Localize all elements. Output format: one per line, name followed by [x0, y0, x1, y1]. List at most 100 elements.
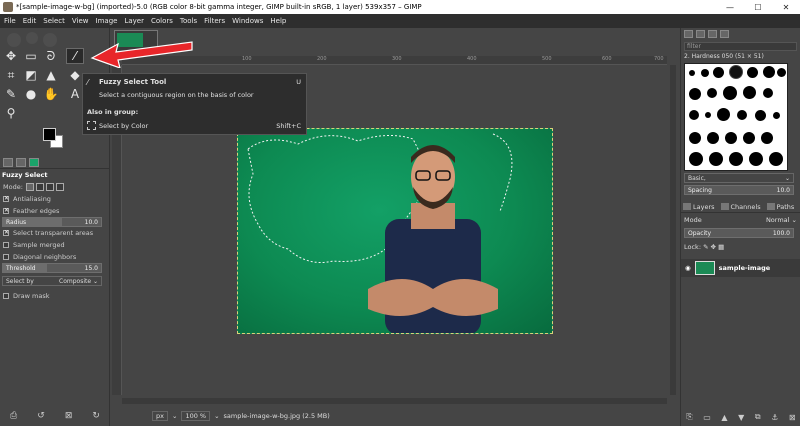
sample-merged-option[interactable]: Sample merged	[0, 239, 110, 251]
feather-edges-option[interactable]: ✕ Feather edges	[0, 205, 110, 217]
menu-tools[interactable]: Tools	[180, 17, 197, 25]
warp-tool-icon[interactable]: ▲	[42, 67, 60, 83]
radius-value: 10.0	[84, 218, 98, 226]
feather-edges-checkbox[interactable]: ✕	[3, 208, 9, 214]
fuzzy-select-tool-icon[interactable]: ⁄	[66, 48, 84, 64]
sample-merged-label: Sample merged	[13, 241, 65, 249]
select-transparent-option[interactable]: ✕ Select transparent areas	[0, 227, 110, 239]
select-by-value: Composite	[59, 277, 92, 285]
status-bar: px ⌄ 100 % ⌄ sample-image-w-bg.jpg (2.5 …	[152, 409, 552, 423]
mode-add-icon[interactable]	[35, 183, 44, 191]
menu-image[interactable]: Image	[96, 17, 118, 25]
delete-options-icon[interactable]: ⊠	[65, 411, 73, 421]
horizontal-scrollbar[interactable]	[122, 398, 667, 404]
mode-subtract-icon[interactable]	[45, 183, 54, 191]
unit-select[interactable]: px	[152, 411, 168, 421]
brush-preset-dropdown[interactable]: Basic, ⌄	[684, 173, 794, 183]
tab-paths[interactable]: Paths	[766, 203, 794, 211]
tab-undo-icon[interactable]	[29, 157, 39, 167]
select-by-label: Select by	[6, 277, 34, 285]
brushes-tab-icon[interactable]	[684, 30, 693, 38]
opacity-slider[interactable]: Opacity 100.0	[684, 228, 794, 238]
antialiasing-option[interactable]: ✕ Antialiasing	[0, 193, 110, 205]
menu-help[interactable]: Help	[270, 17, 286, 25]
ruler-tick: 300	[392, 56, 402, 62]
tab-layers[interactable]: Layers	[683, 203, 715, 211]
reset-options-icon[interactable]: ↻	[92, 411, 100, 421]
rect-select-tool-icon[interactable]: ▭	[22, 48, 40, 64]
brush-grid[interactable]	[684, 63, 788, 171]
zoom-tool-icon[interactable]: ⚲	[2, 105, 20, 121]
tab-tool-options-icon[interactable]	[3, 157, 13, 167]
diagonal-neighbors-option[interactable]: Diagonal neighbors	[0, 251, 110, 263]
ruler-tick: 400	[467, 56, 477, 62]
duplicate-layer-icon[interactable]: ⧉	[755, 412, 761, 422]
restore-options-icon[interactable]: ↺	[37, 411, 45, 421]
menu-filters[interactable]: Filters	[204, 17, 225, 25]
lock-position-icon[interactable]: ✥	[711, 243, 716, 251]
vertical-scrollbar[interactable]	[670, 65, 676, 395]
color-swatches[interactable]	[40, 128, 70, 158]
smudge-tool-icon[interactable]: ✋	[42, 86, 60, 102]
transform-tool-icon[interactable]: ◩	[22, 67, 40, 83]
fuzzy-select-icon: ⁄	[87, 78, 89, 87]
mode-intersect-icon[interactable]	[55, 183, 64, 191]
patterns-tab-icon[interactable]	[696, 30, 705, 38]
layers-tabs: Layers Channels Paths	[681, 201, 800, 213]
anchor-layer-icon[interactable]: ⚓	[771, 413, 778, 422]
menu-windows[interactable]: Windows	[232, 17, 263, 25]
mode-replace-icon[interactable]	[25, 183, 34, 191]
horizontal-ruler: 100 200 300 400 500 600 700	[122, 56, 667, 65]
radius-slider[interactable]: Radius 10.0	[2, 217, 102, 227]
layer-item[interactable]: ◉ sample-image	[681, 259, 800, 277]
canvas-image[interactable]	[237, 128, 553, 334]
gradients-tab-icon[interactable]	[720, 30, 729, 38]
select-transparent-checkbox[interactable]: ✕	[3, 230, 9, 236]
chevron-down-icon[interactable]: ⌄	[214, 412, 219, 420]
delete-layer-icon[interactable]: ⊠	[789, 413, 796, 422]
tooltip-shortcut: U	[296, 78, 301, 86]
chevron-down-icon: ⌄	[791, 215, 797, 224]
menu-file[interactable]: File	[4, 17, 16, 25]
menu-select[interactable]: Select	[43, 17, 65, 25]
menu-layer[interactable]: Layer	[124, 17, 144, 25]
lock-pixels-icon[interactable]: ✎	[703, 243, 708, 251]
paintbrush-tool-icon[interactable]: ✎	[2, 86, 20, 102]
diagonal-neighbors-checkbox[interactable]	[3, 254, 9, 260]
menu-colors[interactable]: Colors	[151, 17, 173, 25]
maximize-button[interactable]: ☐	[744, 0, 772, 14]
move-tool-icon[interactable]: ✥	[2, 48, 20, 64]
draw-mask-checkbox[interactable]	[3, 293, 9, 299]
menu-view[interactable]: View	[72, 17, 89, 25]
new-layer-icon[interactable]: ⎘	[686, 412, 692, 422]
close-button[interactable]: ✕	[772, 0, 800, 14]
antialiasing-checkbox[interactable]: ✕	[3, 196, 9, 202]
menu-edit[interactable]: Edit	[23, 17, 37, 25]
save-options-icon[interactable]: ⎙	[10, 411, 17, 421]
spacing-slider[interactable]: Spacing 10.0	[684, 185, 794, 195]
layer-mode-row[interactable]: Mode Normal ⌄	[681, 213, 800, 226]
tooltip-title: Fuzzy Select Tool	[99, 78, 167, 86]
gimp-app-icon	[3, 2, 13, 12]
minimize-button[interactable]: —	[716, 0, 744, 14]
lock-alpha-icon[interactable]: ▦	[718, 243, 724, 251]
raise-layer-icon[interactable]: ▲	[721, 413, 727, 422]
select-by-dropdown[interactable]: Select by Composite ⌄	[2, 276, 102, 286]
brush-filter-input[interactable]: filter	[684, 42, 797, 51]
new-group-icon[interactable]: ▭	[703, 413, 711, 422]
eye-icon[interactable]: ◉	[685, 264, 691, 272]
zoom-select[interactable]: 100 %	[181, 411, 211, 421]
clone-tool-icon[interactable]: ●	[22, 86, 40, 102]
lasso-tool-icon[interactable]: ᘐ	[42, 48, 60, 64]
chevron-down-icon[interactable]: ⌄	[172, 412, 177, 420]
crop-tool-icon[interactable]: ⌗	[2, 67, 20, 83]
tab-channels[interactable]: Channels	[720, 203, 761, 211]
lower-layer-icon[interactable]: ▼	[738, 413, 744, 422]
tool-options-tabs	[0, 156, 110, 169]
fonts-tab-icon[interactable]	[708, 30, 717, 38]
tab-device-status-icon[interactable]	[16, 157, 26, 167]
foreground-color-swatch[interactable]	[43, 128, 56, 141]
threshold-slider[interactable]: Threshold 15.0	[2, 263, 102, 273]
sample-merged-checkbox[interactable]	[3, 242, 9, 248]
draw-mask-option[interactable]: Draw mask	[0, 290, 110, 302]
